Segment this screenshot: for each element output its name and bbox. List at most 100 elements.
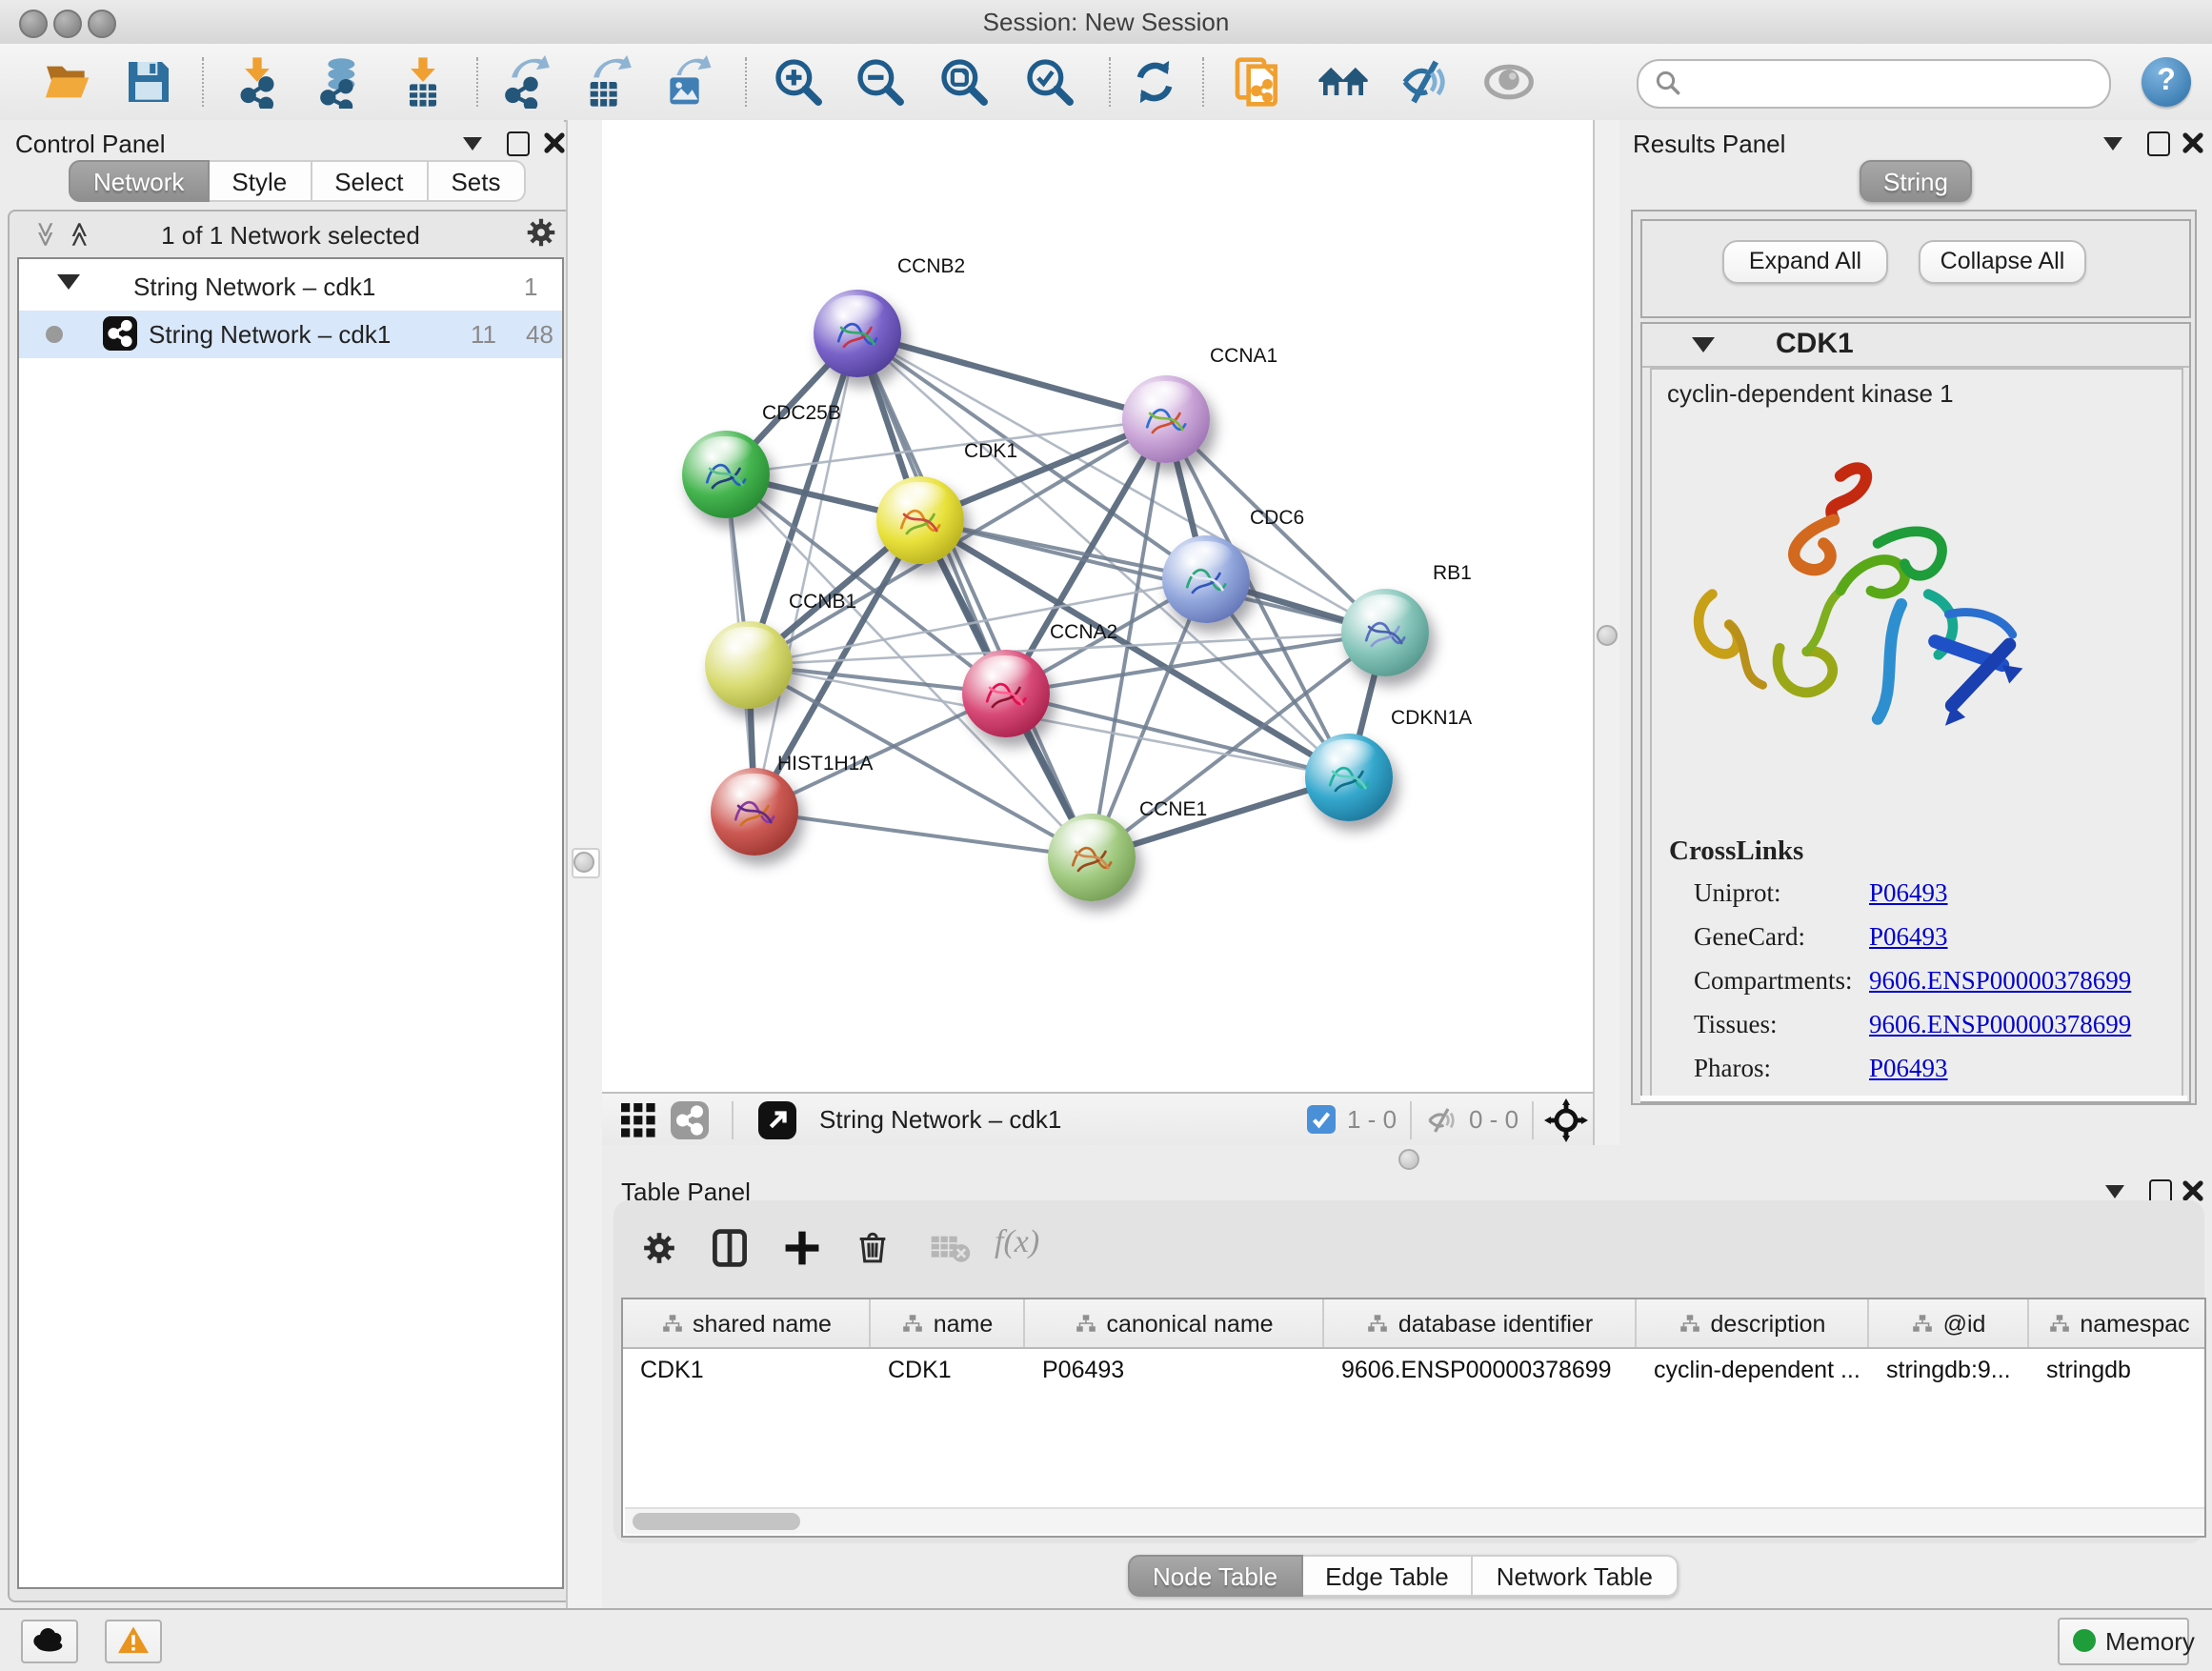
tab-node-table[interactable]: Node Table bbox=[1128, 1555, 1302, 1597]
tab-string[interactable]: String bbox=[1859, 160, 1973, 202]
left-splitter-handle[interactable] bbox=[573, 852, 594, 873]
tab-network[interactable]: Network bbox=[69, 160, 209, 202]
delete-column-trash-icon[interactable] bbox=[854, 1227, 892, 1269]
node-CCNB2[interactable] bbox=[814, 290, 901, 377]
table-panel-close-button[interactable] bbox=[2182, 1179, 2204, 1202]
column-header-database-identifier[interactable]: database identifier bbox=[1324, 1299, 1637, 1347]
control-panel-close-button[interactable] bbox=[543, 131, 566, 154]
node-HIST1H1A[interactable] bbox=[711, 768, 798, 856]
table-cell[interactable]: P06493 bbox=[1025, 1349, 1324, 1391]
crosslink-value-link[interactable]: 9606.ENSP00000378699 bbox=[1869, 1010, 2131, 1040]
collapse-all-button[interactable]: Collapse All bbox=[1919, 240, 2086, 284]
memory-button[interactable]: Memory bbox=[2058, 1618, 2189, 1665]
network-options-gear-icon[interactable] bbox=[524, 215, 558, 250]
tab-edge-table[interactable]: Edge Table bbox=[1302, 1555, 1474, 1597]
node-CCNA1[interactable] bbox=[1122, 375, 1210, 463]
column-header-canonical-name[interactable]: canonical name bbox=[1025, 1299, 1324, 1347]
right-splitter-handle[interactable] bbox=[1597, 625, 1618, 646]
collection-expand-triangle-icon[interactable] bbox=[57, 274, 80, 290]
node-CDKN1A[interactable] bbox=[1305, 734, 1393, 821]
table-cell[interactable]: stringdb:9... bbox=[1869, 1349, 2029, 1391]
crosslink-value-link[interactable]: P06493 bbox=[1869, 1054, 1948, 1084]
show-all-button[interactable] bbox=[1482, 55, 1536, 109]
open-session-button[interactable] bbox=[40, 55, 93, 109]
import-network-database-button[interactable] bbox=[312, 55, 366, 109]
column-header-description[interactable]: description bbox=[1637, 1299, 1869, 1347]
zoom-selected-button[interactable] bbox=[1023, 55, 1076, 109]
zoom-in-button[interactable] bbox=[772, 55, 825, 109]
export-table-button[interactable] bbox=[579, 55, 633, 109]
results-panel-menu-button[interactable] bbox=[2103, 137, 2122, 151]
left-splitter[interactable] bbox=[566, 120, 604, 1608]
gene-description: cyclin-dependent kinase 1 bbox=[1667, 379, 1954, 408]
table-cell[interactable]: 9606.ENSP00000378699 bbox=[1324, 1349, 1637, 1391]
tab-style[interactable]: Style bbox=[209, 160, 312, 202]
first-neighbors-button[interactable] bbox=[1317, 55, 1370, 109]
gene-collapse-triangle-icon[interactable] bbox=[1692, 337, 1715, 352]
network-share-icon[interactable] bbox=[671, 1101, 709, 1139]
horizontal-splitter-handle[interactable] bbox=[1398, 1149, 1419, 1170]
tab-network-table[interactable]: Network Table bbox=[1474, 1555, 1678, 1597]
control-panel-float-button[interactable] bbox=[507, 131, 530, 156]
control-panel-menu-button[interactable] bbox=[463, 137, 482, 151]
network-collection-row[interactable]: String Network – cdk1 1 bbox=[19, 265, 562, 311]
crosslink-value-link[interactable]: P06493 bbox=[1869, 878, 1948, 909]
function-builder-fx[interactable]: f(x) bbox=[995, 1223, 1039, 1261]
save-session-button[interactable] bbox=[122, 55, 175, 109]
birds-eye-grid-icon[interactable] bbox=[621, 1103, 655, 1137]
column-header-shared-name[interactable]: shared name bbox=[623, 1299, 871, 1347]
cloud-status-button[interactable] bbox=[21, 1620, 78, 1663]
node-CCNA2[interactable] bbox=[962, 650, 1050, 737]
table-panel-menu-button[interactable] bbox=[2105, 1185, 2124, 1198]
open-in-window-icon[interactable] bbox=[758, 1101, 796, 1139]
node-RB1[interactable] bbox=[1341, 589, 1429, 676]
table-scrollbar-thumb[interactable] bbox=[633, 1513, 800, 1530]
results-panel-close-button[interactable] bbox=[2182, 131, 2204, 154]
node-label-CCNE1: CCNE1 bbox=[1139, 798, 1207, 821]
search-input[interactable] bbox=[1637, 59, 2111, 109]
node-CCNB1[interactable] bbox=[705, 621, 793, 709]
crosslink-value-link[interactable]: 9606.ENSP00000378699 bbox=[1869, 966, 2131, 997]
delete-table-icon[interactable] bbox=[930, 1235, 972, 1265]
table-horizontal-scrollbar[interactable] bbox=[625, 1507, 2206, 1534]
node-CCNE1[interactable] bbox=[1048, 814, 1136, 901]
tab-sets[interactable]: Sets bbox=[428, 160, 525, 202]
expand-all-button[interactable]: Expand All bbox=[1722, 240, 1888, 284]
table-cell[interactable]: cyclin-dependent ... bbox=[1637, 1349, 1869, 1391]
network-canvas[interactable]: CCNB2CCNA1CDC25BCDK1CDC6RB1CCNB1CCNA2CDK… bbox=[602, 120, 1593, 1092]
tab-select[interactable]: Select bbox=[312, 160, 428, 202]
node-CDK1[interactable] bbox=[876, 476, 964, 564]
show-columns-icon[interactable] bbox=[709, 1227, 751, 1269]
export-network-button[interactable] bbox=[497, 55, 551, 109]
node-CDC6[interactable] bbox=[1162, 535, 1250, 623]
warning-status-button[interactable] bbox=[105, 1620, 162, 1663]
import-table-file-button[interactable] bbox=[396, 55, 450, 109]
toolbar-separator bbox=[202, 57, 204, 107]
column-header-namespac[interactable]: namespac bbox=[2029, 1299, 2206, 1347]
table-row[interactable]: CDK1CDK1P064939606.ENSP00000378699cyclin… bbox=[623, 1349, 2204, 1391]
create-column-plus-icon[interactable] bbox=[781, 1227, 823, 1269]
table-cell[interactable]: CDK1 bbox=[871, 1349, 1025, 1391]
zoom-out-button[interactable] bbox=[854, 55, 907, 109]
export-image-button[interactable] bbox=[661, 55, 714, 109]
gene-entry-header[interactable]: CDK1 bbox=[1642, 324, 2189, 368]
cytoscape-window: Session: New Session bbox=[0, 0, 2212, 1671]
node-CDC25B[interactable] bbox=[682, 431, 770, 518]
column-header-name[interactable]: name bbox=[871, 1299, 1025, 1347]
selected-checkbox-icon[interactable] bbox=[1307, 1105, 1336, 1134]
node-label-CDC6: CDC6 bbox=[1250, 507, 1304, 530]
help-button[interactable]: ? bbox=[2142, 57, 2191, 107]
table-cell[interactable]: stringdb bbox=[2029, 1349, 2206, 1391]
zoom-fit-button[interactable] bbox=[937, 55, 991, 109]
network-row-selected[interactable]: String Network – cdk1 11 48 bbox=[19, 311, 562, 358]
table-settings-gear-icon[interactable] bbox=[640, 1229, 678, 1267]
refresh-network-button[interactable] bbox=[1128, 55, 1181, 109]
column-header--id[interactable]: @id bbox=[1869, 1299, 2029, 1347]
annotations-button[interactable] bbox=[1231, 55, 1284, 109]
results-panel-float-button[interactable] bbox=[2147, 131, 2170, 156]
fit-crosshair-icon[interactable] bbox=[1543, 1097, 1589, 1143]
hide-selected-button[interactable] bbox=[1400, 55, 1454, 109]
table-cell[interactable]: CDK1 bbox=[623, 1349, 871, 1391]
import-network-file-button[interactable] bbox=[231, 55, 284, 109]
crosslink-value-link[interactable]: P06493 bbox=[1869, 922, 1948, 953]
